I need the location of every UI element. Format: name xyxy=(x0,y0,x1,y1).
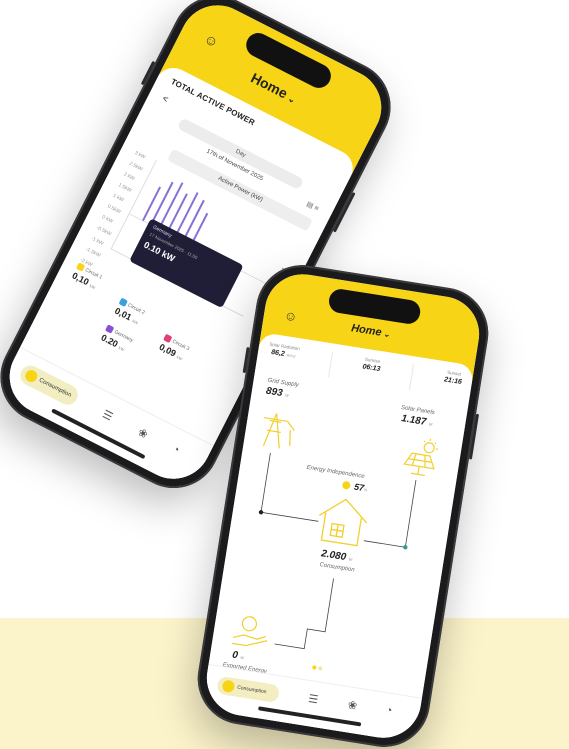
solar-node xyxy=(403,545,408,550)
nav-consumption[interactable]: Consumption xyxy=(216,675,281,704)
chevron-down-icon: ⌄ xyxy=(382,329,391,340)
sun-badge-icon xyxy=(342,481,351,490)
home-title: Home xyxy=(248,69,291,102)
legend-item-germany[interactable]: Germany 0.20 kW xyxy=(99,324,134,354)
power-button xyxy=(468,413,480,460)
prev-period-button[interactable]: < xyxy=(161,93,170,104)
chart-bar[interactable] xyxy=(174,192,199,238)
solar-unit: W xyxy=(428,421,433,427)
grid-unit: W xyxy=(284,392,290,399)
panel-icon[interactable]: ☰ xyxy=(100,407,115,423)
legend-unit: kW xyxy=(88,283,97,291)
home-indicator xyxy=(258,706,362,727)
solar-panel-icon xyxy=(403,438,439,477)
chart-bar[interactable] xyxy=(158,182,184,230)
panel-icon[interactable]: ☰ xyxy=(307,692,319,706)
legend-item-circuit-2[interactable]: Circuit 2 0,01 kW xyxy=(113,297,146,327)
fan-icon[interactable]: ❀ xyxy=(136,426,150,442)
legend-item-circuit-3[interactable]: Circuit 3 0,09 kW xyxy=(158,333,191,363)
page-dot[interactable] xyxy=(318,666,323,671)
independence-value-wrap: 57% xyxy=(353,482,368,494)
home-indicator xyxy=(50,408,146,459)
house-icon xyxy=(318,498,368,547)
nav-consumption-label: Consumption xyxy=(236,684,267,696)
consumption-unit: W xyxy=(348,556,353,563)
legend-unit: kW xyxy=(117,344,126,353)
power-pylon-icon xyxy=(262,413,295,449)
calendar-icon[interactable]: ▤ ≡ xyxy=(305,200,320,213)
grid-value: 893 xyxy=(265,385,284,400)
volume-button xyxy=(140,60,156,86)
page-dot-active[interactable] xyxy=(312,665,317,670)
bulb-icon xyxy=(23,367,40,385)
home-title: Home xyxy=(350,322,383,339)
independence-unit: % xyxy=(363,487,368,493)
nav-consumption-label: Consumption xyxy=(37,377,73,399)
gauge-icon[interactable]: ◔ xyxy=(170,443,181,457)
legend-unit: kW xyxy=(175,354,184,362)
legend-unit: kW xyxy=(131,318,139,326)
gauge-icon[interactable]: ◔ xyxy=(385,704,393,717)
chart-bar[interactable] xyxy=(141,186,162,222)
bulb-icon xyxy=(221,679,236,694)
fan-icon[interactable]: ❀ xyxy=(347,698,358,712)
grid-node xyxy=(258,510,264,515)
chevron-down-icon: ⌄ xyxy=(286,92,298,106)
